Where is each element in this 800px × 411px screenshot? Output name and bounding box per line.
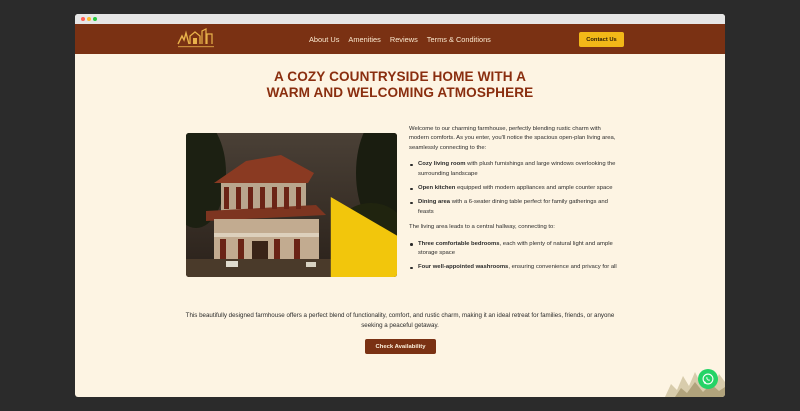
list-item: Cozy living room with plush furnishings … bbox=[409, 160, 617, 179]
feature-title: Dining area bbox=[418, 199, 451, 206]
room-title: Four well-appointed washrooms bbox=[418, 264, 509, 271]
whatsapp-icon[interactable] bbox=[698, 369, 718, 389]
logo-icon[interactable] bbox=[176, 27, 216, 49]
contact-us-button[interactable]: Contact Us bbox=[579, 32, 624, 47]
window-titlebar bbox=[75, 14, 725, 24]
room-title: Three comfortable bedrooms bbox=[418, 240, 500, 247]
close-window-dot[interactable] bbox=[81, 17, 85, 21]
play-icon[interactable] bbox=[287, 197, 397, 277]
features-list: Cozy living room with plush furnishings … bbox=[409, 160, 617, 217]
room-text: , ensuring convenience and privacy for a… bbox=[508, 264, 617, 271]
page-title-line-2: WARM AND WELCOMING ATMOSPHERE bbox=[266, 85, 534, 100]
site-navbar: About Us Amenities Reviews Terms & Condi… bbox=[75, 24, 725, 54]
minimize-window-dot[interactable] bbox=[87, 17, 91, 21]
nav-link-amenities[interactable]: Amenities bbox=[348, 35, 380, 44]
feature-text: equipped with modern appliances and ampl… bbox=[455, 185, 613, 192]
feature-title: Open kitchen bbox=[418, 185, 456, 192]
page-title: A COZY COUNTRYSIDE HOME WITH A WARM AND … bbox=[75, 69, 725, 101]
list-item: Dining area with a 6-seater dining table… bbox=[409, 198, 617, 217]
nav-links: About Us Amenities Reviews Terms & Condi… bbox=[309, 24, 491, 54]
rooms-list: Three comfortable bedrooms, each with pl… bbox=[409, 240, 617, 273]
farmhouse-video[interactable] bbox=[186, 133, 397, 277]
nav-link-reviews[interactable]: Reviews bbox=[390, 35, 418, 44]
list-item: Three comfortable bedrooms, each with pl… bbox=[409, 240, 617, 259]
intro-text: Welcome to our charming farmhouse, perfe… bbox=[409, 126, 616, 151]
page-title-line-1: A COZY COUNTRYSIDE HOME WITH A bbox=[274, 69, 526, 84]
list-item: Four well-appointed washrooms, ensuring … bbox=[409, 263, 617, 272]
list-item: Open kitchen equipped with modern applia… bbox=[409, 184, 617, 193]
nav-link-about-us[interactable]: About Us bbox=[309, 35, 339, 44]
farmhouse-description: Welcome to our charming farmhouse, perfe… bbox=[409, 125, 617, 279]
feature-title: Cozy living room bbox=[418, 161, 466, 168]
hallway-text: The living area leads to a central hallw… bbox=[409, 224, 555, 231]
maximize-window-dot[interactable] bbox=[93, 17, 97, 21]
browser-window: About Us Amenities Reviews Terms & Condi… bbox=[75, 14, 725, 397]
check-availability-button[interactable]: Check Availability bbox=[365, 339, 436, 354]
summary-text: This beautifully designed farmhouse offe… bbox=[185, 312, 615, 329]
nav-link-terms[interactable]: Terms & Conditions bbox=[427, 35, 491, 44]
